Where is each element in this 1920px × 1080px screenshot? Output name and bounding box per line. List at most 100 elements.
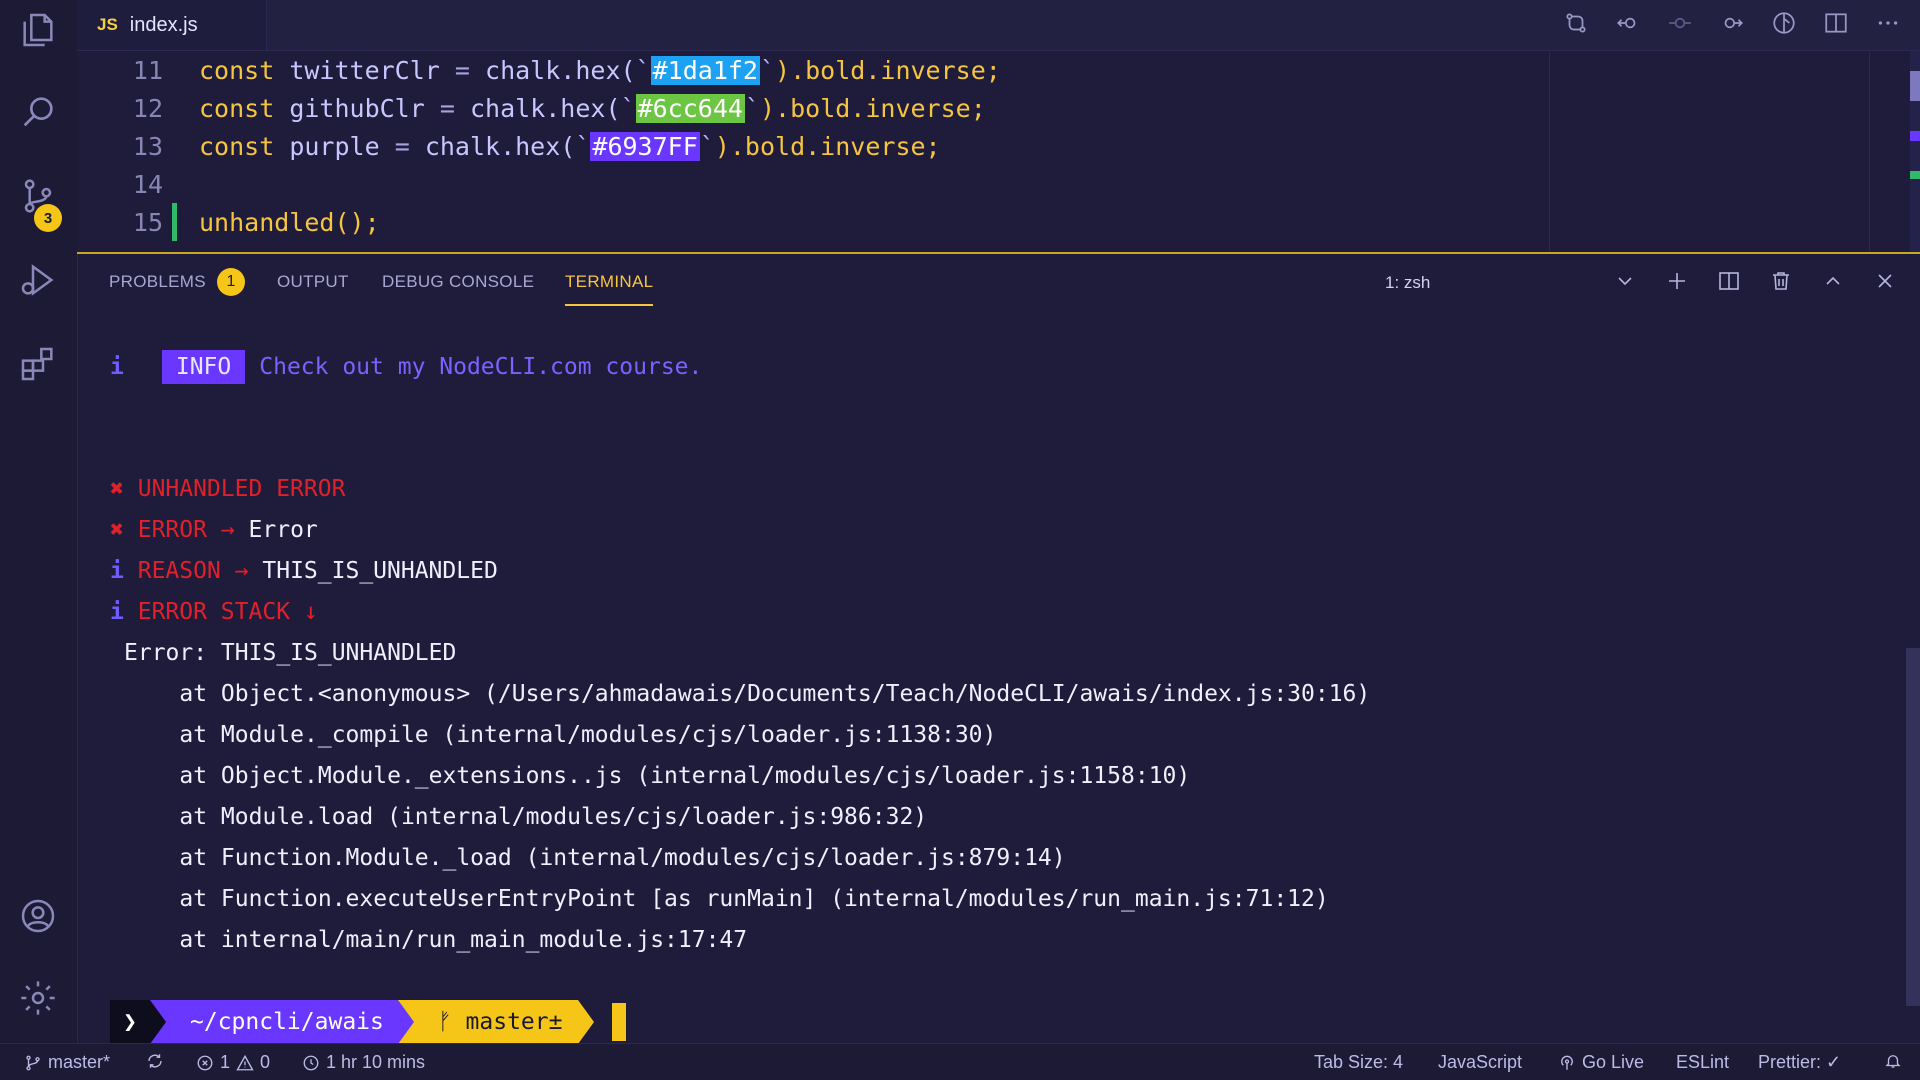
status-branch-label: master* bbox=[48, 1052, 111, 1072]
go-live-label: Go Live bbox=[1582, 1052, 1645, 1072]
identifier: githubClr bbox=[289, 93, 425, 123]
indent-ruler bbox=[1549, 51, 1550, 252]
sync-icon[interactable] bbox=[146, 1052, 164, 1070]
more-actions-icon[interactable] bbox=[1872, 7, 1904, 39]
terminal-selector[interactable]: 1: zsh bbox=[1385, 273, 1430, 293]
hex-literal-purple: #6937FF bbox=[590, 131, 700, 161]
broadcast-icon bbox=[1561, 1055, 1573, 1070]
branch-name: master± bbox=[465, 1009, 563, 1035]
tab-filename: index.js bbox=[129, 13, 198, 36]
warning-triangle-icon bbox=[236, 1054, 254, 1070]
status-go-live[interactable]: Go Live bbox=[1558, 1052, 1644, 1073]
maximize-panel-chevron-up-icon[interactable] bbox=[1816, 264, 1850, 298]
error-label: ERROR bbox=[137, 517, 207, 543]
stack-line: at Object.<anonymous> (/Users/ahmadawais… bbox=[124, 681, 1371, 707]
error-value: Error bbox=[248, 517, 318, 543]
search-icon[interactable] bbox=[18, 92, 58, 132]
stack-line: at Function.executeUserEntryPoint [as ru… bbox=[124, 886, 1329, 912]
tab-problems[interactable]: PROBLEMS bbox=[109, 272, 206, 292]
chain: ).bold.inverse; bbox=[775, 55, 1001, 85]
terminal-output[interactable]: i INFO Check out my NodeCLI.com course. ✖ … bbox=[77, 310, 1920, 1044]
minimap[interactable] bbox=[1910, 51, 1920, 252]
status-prettier[interactable]: Prettier: ✓ bbox=[1758, 1052, 1841, 1073]
unhandled-error-line: ✖ UNHANDLED ERROR bbox=[110, 472, 345, 506]
prompt-separator bbox=[578, 1000, 595, 1044]
code-line[interactable]: 15 unhandled(); bbox=[77, 203, 380, 241]
call: chalk.hex( bbox=[424, 131, 576, 161]
line-number: 12 bbox=[132, 93, 163, 123]
kill-terminal-trash-icon[interactable] bbox=[1764, 264, 1798, 298]
tab-debug-console[interactable]: DEBUG CONSOLE bbox=[382, 272, 534, 292]
terminal-dropdown-chevron-icon[interactable] bbox=[1608, 264, 1642, 298]
prompt-branch: ᚠ master± bbox=[413, 1000, 579, 1044]
backtick: ` bbox=[699, 131, 715, 161]
close-panel-icon[interactable] bbox=[1868, 264, 1902, 298]
run-debug-icon[interactable] bbox=[18, 260, 58, 300]
info-line: i INFO Check out my NodeCLI.com course. bbox=[110, 350, 702, 384]
extensions-icon[interactable] bbox=[18, 344, 58, 384]
prompt-path: ~/cpncli/awais bbox=[166, 1000, 398, 1044]
status-problems[interactable]: 1 0 bbox=[196, 1052, 270, 1073]
prompt-separator bbox=[397, 1000, 414, 1044]
tab-output[interactable]: OUTPUT bbox=[277, 272, 349, 292]
problems-count-badge: 1 bbox=[217, 268, 245, 296]
time-label: 1 hr 10 mins bbox=[326, 1052, 426, 1072]
explorer-icon[interactable] bbox=[18, 10, 58, 50]
stack-label: ERROR STACK bbox=[137, 599, 291, 625]
stack-line: at Object.Module._extensions..js (intern… bbox=[124, 763, 1191, 789]
tab-terminal[interactable]: TERMINAL bbox=[565, 272, 653, 292]
compare-changes-icon[interactable] bbox=[1560, 7, 1592, 39]
history-clock-icon bbox=[303, 1055, 319, 1070]
code-editor[interactable]: 11 const twitterClr = chalk.hex(` #1da1f2… bbox=[77, 51, 1920, 252]
panel-tab-bar: PROBLEMS 1 OUTPUT DEBUG CONSOLE TERMINAL… bbox=[77, 254, 1920, 310]
editor-tab-bar: JS index.js bbox=[77, 0, 1920, 51]
code-line[interactable]: 13 const purple = chalk.hex(` #6937FF `).b… bbox=[77, 127, 941, 165]
indent-ruler bbox=[1869, 51, 1870, 252]
git-lens-icon[interactable] bbox=[1768, 7, 1800, 39]
stack-line: Error: THIS_IS_UNHANDLED bbox=[124, 640, 457, 666]
git-branch-icon: ᚠ bbox=[437, 1009, 452, 1035]
call: chalk.hex( bbox=[469, 93, 621, 123]
status-eslint[interactable]: ESLint bbox=[1676, 1052, 1729, 1073]
go-forward-icon[interactable] bbox=[1716, 7, 1748, 39]
split-editor-icon[interactable] bbox=[1820, 7, 1852, 39]
info-message: Check out my NodeCLI.com course. bbox=[259, 354, 703, 380]
error-count: 1 bbox=[220, 1052, 231, 1072]
error-circle-icon bbox=[197, 1055, 213, 1070]
terminal-scrollbar[interactable] bbox=[1906, 648, 1920, 1006]
keyword: const bbox=[199, 93, 275, 123]
hex-literal-github: #6cc644 bbox=[635, 93, 745, 123]
active-tab-indicator bbox=[565, 304, 653, 306]
hex-literal-twitter: #1da1f2 bbox=[650, 55, 760, 85]
status-language[interactable]: JavaScript bbox=[1438, 1052, 1522, 1073]
settings-gear-icon[interactable] bbox=[18, 978, 58, 1018]
line-number: 15 bbox=[132, 207, 163, 237]
tab-index-js[interactable]: JS index.js bbox=[77, 0, 267, 50]
keyword: const bbox=[199, 131, 275, 161]
reason-line: i REASON → THIS_IS_UNHANDLED bbox=[110, 554, 498, 588]
go-back-icon[interactable] bbox=[1612, 7, 1644, 39]
new-terminal-plus-icon[interactable] bbox=[1660, 264, 1694, 298]
account-icon[interactable] bbox=[18, 896, 58, 936]
split-terminal-icon[interactable] bbox=[1712, 264, 1746, 298]
shell-prompt[interactable]: ❯ ~/cpncli/awais ᚠ master± bbox=[110, 1000, 627, 1044]
code-line[interactable]: 14 bbox=[77, 165, 199, 203]
backtick: ` bbox=[635, 55, 651, 85]
stack-line: at Function.Module._load (internal/modul… bbox=[124, 845, 1066, 871]
timeline-icon[interactable] bbox=[1664, 7, 1696, 39]
code-line[interactable]: 11 const twitterClr = chalk.hex(` #1da1f2… bbox=[77, 51, 1001, 89]
backtick: ` bbox=[759, 55, 776, 85]
status-branch[interactable]: master* bbox=[24, 1052, 110, 1073]
code-line[interactable]: 12 const githubClr = chalk.hex(` #6cc644 `… bbox=[77, 89, 986, 127]
operator: = bbox=[439, 93, 455, 123]
info-icon: i bbox=[110, 354, 124, 380]
reason-label: REASON bbox=[137, 558, 221, 584]
backtick: ` bbox=[575, 131, 591, 161]
notifications-bell-icon[interactable] bbox=[1884, 1052, 1902, 1070]
status-time-tracker[interactable]: 1 hr 10 mins bbox=[302, 1052, 425, 1073]
info-icon: i bbox=[110, 599, 124, 625]
stack-line: at Module.load (internal/modules/cjs/loa… bbox=[124, 804, 928, 830]
status-tab-size[interactable]: Tab Size: 4 bbox=[1314, 1052, 1403, 1073]
identifier: twitterClr bbox=[289, 55, 440, 85]
info-icon: i bbox=[110, 558, 124, 584]
